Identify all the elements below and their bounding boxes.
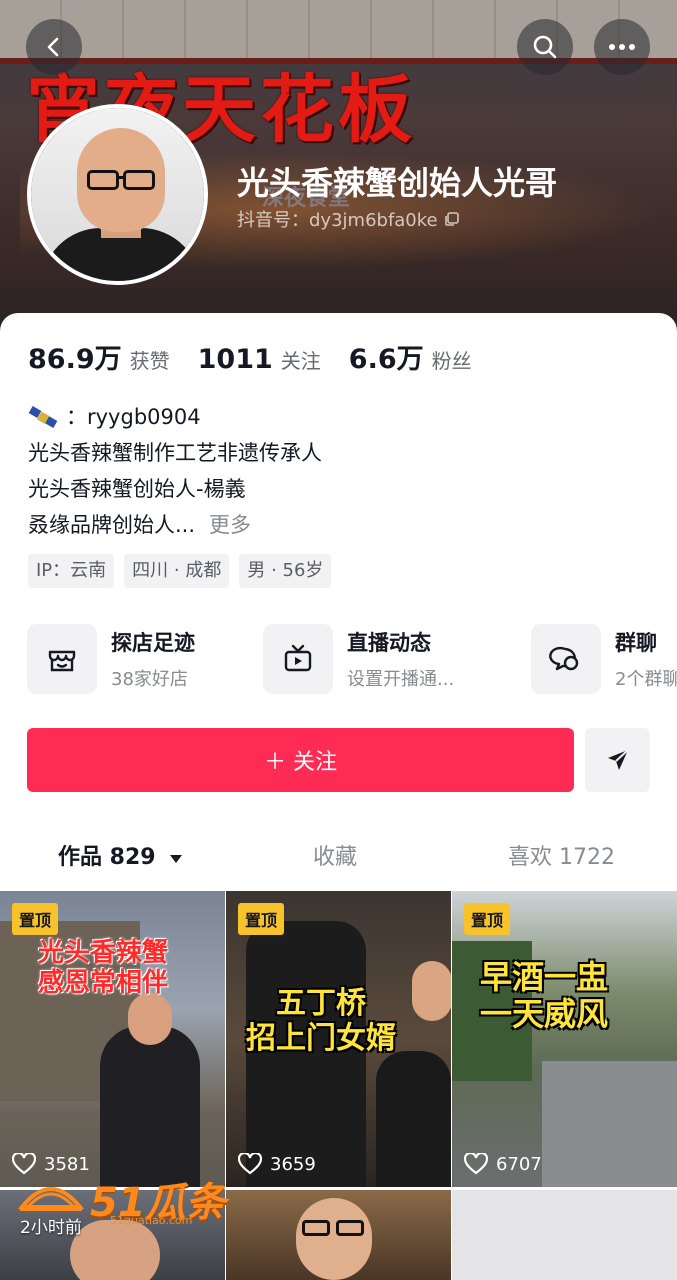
video-likes: 6707 (464, 1153, 542, 1175)
pinned-badge: 置顶 (238, 903, 285, 935)
copy-icon (444, 212, 459, 226)
shortcut-group-chat[interactable]: 群聊 2个群聊 (531, 624, 677, 694)
bio-line-3: 叒缘品牌创始人... (28, 513, 196, 537)
video-thumb-road (542, 1061, 677, 1187)
follow-button-label: ＋ 关注 (264, 750, 337, 775)
video-caption-line: 光头香辣蟹 (38, 938, 169, 968)
back-icon (47, 37, 59, 57)
more-options-button[interactable] (594, 19, 650, 75)
douyin-id[interactable]: 抖音号：dy3jm6bfa0ke (237, 206, 460, 232)
tag-location: 四川 · 成都 (124, 554, 230, 588)
shortcut-live[interactable]: 直播动态 设置开播通... (263, 624, 454, 694)
likes-label: 获赞 (129, 349, 170, 373)
tab-favorites[interactable]: 收藏 (313, 839, 357, 871)
douyin-id-text: 抖音号：dy3jm6bfa0ke (237, 210, 438, 231)
content-tabs: 作品 829 收藏 喜欢 1722 (0, 823, 677, 891)
share-button[interactable] (585, 728, 650, 792)
video-caption: 五丁桥 招上门女婿 (246, 986, 396, 1056)
more-icon (609, 44, 635, 50)
avatar[interactable] (27, 104, 208, 285)
video-caption-line: 早酒一盅 (480, 958, 609, 996)
search-button[interactable] (517, 19, 573, 75)
video-thumb-head (70, 1220, 160, 1280)
video-caption-line: 招上门女婿 (246, 1020, 396, 1056)
video-caption-line: 感恩常相伴 (38, 967, 169, 998)
video-thumb-person (376, 1051, 451, 1187)
profile-tags: IP：云南 四川 · 成都 男 · 56岁 (28, 554, 332, 588)
shortcut-live-title: 直播动态 (347, 631, 431, 655)
satellite-emoji-icon (28, 404, 60, 430)
bio-wechat: ：ryygb0904 (66, 405, 201, 429)
follow-button[interactable]: ＋ 关注 (27, 728, 574, 792)
video-likes: 3659 (238, 1153, 316, 1175)
video-likes-count: 6707 (496, 1153, 542, 1175)
video-tile[interactable]: 置顶 早酒一盅 一天威风 6707 (452, 891, 677, 1187)
video-thumb-glasses (336, 1220, 364, 1236)
video-caption: 光头香辣蟹 感恩常相伴 (38, 938, 169, 999)
video-time-label: 2小时前 (20, 1218, 82, 1238)
video-thumb-head (128, 993, 172, 1045)
likes-count[interactable]: 86.9万 (28, 337, 122, 376)
bio-line-2: 光头香辣蟹创始人-楊義 (28, 477, 246, 501)
send-icon (607, 749, 629, 770)
bio: ：ryygb0904 光头香辣蟹制作工艺非遗传承人 光头香辣蟹创始人-楊義 叒缘… (28, 399, 648, 543)
profile-name: 光头香辣蟹创始人光哥 (237, 164, 558, 202)
shortcut-row: 探店足迹 38家好店 直播动态 设置开播通... 群聊 2个群聊 (27, 624, 677, 694)
pinned-badge: 置顶 (464, 903, 511, 935)
following-label: 关注 (280, 349, 321, 373)
video-likes-count: 3659 (270, 1153, 316, 1175)
video-tile[interactable]: 置顶 五丁桥 招上门女婿 3659 (226, 891, 451, 1187)
pinned-badge: 置顶 (12, 903, 59, 935)
tag-gender-age: 男 · 56岁 (239, 554, 332, 588)
tv-icon (263, 624, 333, 694)
video-tile[interactable] (452, 1190, 677, 1280)
bio-line-1: 光头香辣蟹制作工艺非遗传承人 (28, 441, 322, 465)
video-thumb-head (412, 961, 451, 1021)
followers-label: 粉丝 (431, 349, 472, 373)
search-icon (533, 35, 557, 59)
heart-icon (238, 1153, 262, 1175)
shortcut-store-subtitle: 38家好店 (111, 669, 188, 690)
video-caption: 早酒一盅 一天威风 (480, 959, 608, 1033)
video-tile[interactable] (226, 1190, 451, 1280)
chat-icon (531, 624, 601, 694)
tab-works[interactable]: 作品 829 (58, 839, 183, 871)
caret-down-icon (170, 855, 183, 863)
following-count[interactable]: 1011 (198, 344, 273, 375)
video-thumb-glasses (302, 1220, 330, 1236)
heart-icon (464, 1153, 488, 1175)
video-tile[interactable]: 置顶 光头香辣蟹 感恩常相伴 3581 (0, 891, 225, 1187)
stats-row: 86.9万 获赞 1011 关注 6.6万 粉丝 (28, 337, 500, 376)
video-caption-line: 五丁桥 (276, 986, 366, 1021)
shortcut-store-title: 探店足迹 (111, 631, 195, 655)
shortcut-group-title: 群聊 (615, 631, 657, 655)
video-thumb-person (100, 1026, 200, 1187)
tab-likes[interactable]: 喜欢 1722 (508, 839, 615, 871)
tab-works-label: 作品 829 (58, 845, 156, 870)
tag-ip: IP：云南 (28, 554, 115, 588)
video-caption-line: 一天威风 (480, 994, 609, 1033)
store-icon (27, 624, 97, 694)
watermark-url: 51guatiao.com (110, 1214, 193, 1227)
shortcut-store-visits[interactable]: 探店足迹 38家好店 (27, 624, 195, 694)
bio-more-link[interactable]: 更多 (209, 507, 251, 543)
shortcut-live-subtitle: 设置开播通... (347, 669, 455, 690)
followers-count[interactable]: 6.6万 (349, 337, 424, 376)
back-button[interactable] (26, 19, 82, 75)
video-thumb-head (296, 1198, 372, 1280)
shortcut-group-subtitle: 2个群聊 (615, 669, 677, 690)
